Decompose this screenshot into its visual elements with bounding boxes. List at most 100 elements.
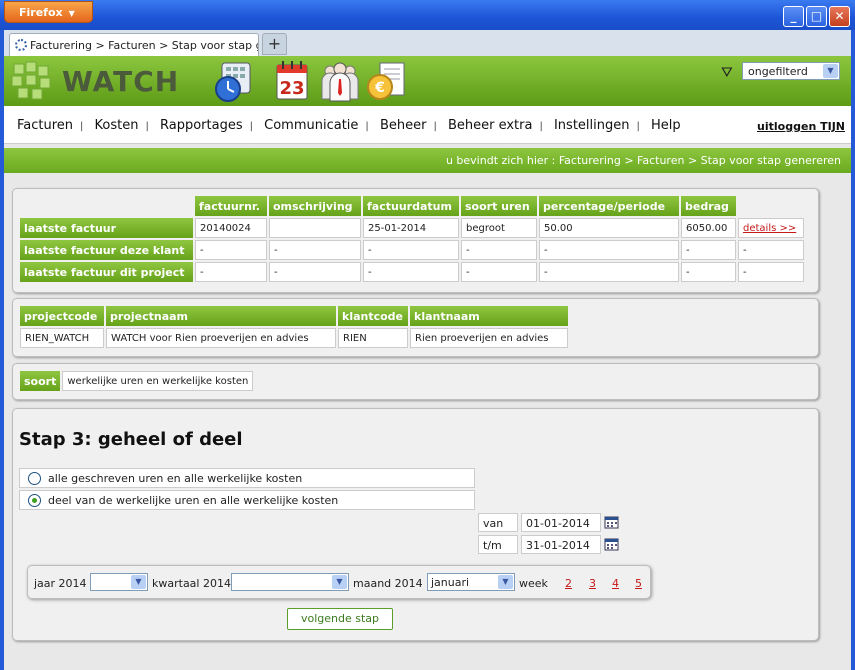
table-cell: RIEN	[338, 328, 408, 348]
row-label: laatste factuur	[20, 218, 193, 238]
browser-tab[interactable]: Facturering > Facturen > Stap voor stap …	[9, 33, 259, 56]
menu-item-instellingen[interactable]: Instellingen	[554, 118, 630, 133]
table-cell: 6050.00	[681, 218, 736, 238]
menu-item-rapportages[interactable]: Rapportages	[160, 118, 243, 133]
col-header: factuurdatum	[363, 196, 459, 216]
option-all-hours[interactable]: alle geschreven uren en alle werkelijke …	[19, 468, 475, 488]
col-header: klantnaam	[410, 306, 568, 326]
table-cell: RIEN_WATCH	[20, 328, 104, 348]
maximize-button[interactable]: □	[806, 6, 827, 27]
van-label: van	[478, 513, 518, 532]
option-label: deel van de werkelijke uren en alle werk…	[48, 494, 339, 507]
maand-label: maand 2014	[353, 577, 423, 590]
close-button[interactable]: ✕	[829, 6, 850, 27]
app-logo-text: WATCH	[62, 65, 180, 98]
soort-table: soort werkelijke uren en werkelijke kost…	[18, 369, 255, 393]
tm-date-input[interactable]: 31-01-2014	[521, 535, 601, 554]
week-link-2[interactable]: 2	[565, 577, 572, 590]
chevron-down-icon: ▼	[498, 575, 513, 589]
tab-strip: Facturering > Facturen > Stap voor stap …	[0, 30, 855, 56]
kwartaal-select[interactable]: ▼	[231, 573, 349, 591]
table-cell: -	[461, 240, 537, 260]
week-label: week	[519, 577, 548, 590]
table-cell: 20140024	[195, 218, 267, 238]
week-link-4[interactable]: 4	[612, 577, 619, 590]
invoice-table: factuurnr. omschrijving factuurdatum soo…	[18, 194, 806, 284]
soort-value: werkelijke uren en werkelijke kosten	[62, 371, 254, 391]
clock-calculator-icon[interactable]	[214, 59, 254, 103]
calendar-day: 23	[279, 78, 304, 99]
soort-label: soort	[20, 371, 61, 391]
jaar-label: jaar 2014	[34, 577, 87, 590]
menu-separator: |	[365, 121, 369, 132]
maand-select[interactable]: januari ▼	[427, 573, 515, 591]
maand-select-value: januari	[431, 576, 470, 589]
radio-button[interactable]	[28, 472, 41, 485]
breadcrumb: u bevindt zich hier : Facturering > Fact…	[4, 148, 851, 173]
step-title: Stap 3: geheel of deel	[19, 429, 243, 450]
new-tab-button[interactable]: +	[262, 33, 287, 55]
week-link-3[interactable]: 3	[589, 577, 596, 590]
kwartaal-label: kwartaal 2014	[152, 577, 231, 590]
option-label: alle geschreven uren en alle werkelijke …	[48, 472, 303, 485]
calendar-picker-icon[interactable]	[604, 515, 620, 529]
firefox-menu-button[interactable]: Firefox ▼	[4, 1, 93, 23]
loading-icon	[15, 39, 27, 51]
details-link[interactable]: details >>	[743, 223, 796, 234]
minimize-button[interactable]: _	[783, 6, 804, 27]
chevron-down-icon: ▼	[332, 575, 347, 589]
van-date-input[interactable]: 01-01-2014	[521, 513, 601, 532]
col-header: factuurnr.	[195, 196, 267, 216]
radio-button-selected[interactable]	[28, 494, 41, 507]
col-header: percentage/periode	[539, 196, 679, 216]
project-panel: projectcode projectnaam klantcode klantn…	[12, 298, 819, 357]
app-header: WATCH 23 € ⛛ ongefilterd ▼	[4, 56, 851, 106]
table-cell: -	[363, 262, 459, 282]
browser-tab-title: Facturering > Facturen > Stap voor stap …	[30, 39, 259, 52]
week-link-5[interactable]: 5	[635, 577, 642, 590]
logout-link[interactable]: uitloggen TIJN	[757, 120, 845, 133]
table-cell: begroot	[461, 218, 537, 238]
table-cell: -	[461, 262, 537, 282]
page-content: WATCH 23 € ⛛ ongefilterd ▼ Facturen | Ko…	[4, 56, 851, 670]
filter-select[interactable]: ongefilterd ▼	[742, 62, 840, 80]
users-icon[interactable]	[320, 59, 360, 103]
menu-separator: |	[145, 121, 149, 132]
chevron-down-icon: ▼	[68, 9, 75, 18]
table-cell: -	[269, 262, 361, 282]
option-partial-hours[interactable]: deel van de werkelijke uren en alle werk…	[19, 490, 475, 510]
calendar-icon[interactable]: 23	[272, 59, 312, 103]
next-step-button[interactable]: volgende stap	[287, 608, 393, 630]
menu-separator: |	[636, 121, 640, 132]
invoice-panel: factuurnr. omschrijving factuurdatum soo…	[12, 188, 819, 293]
soort-panel: soort werkelijke uren en werkelijke kost…	[12, 363, 819, 400]
table-cell: -	[681, 240, 736, 260]
table-row: laatste factuur 20140024 25-01-2014 begr…	[20, 218, 804, 238]
table-cell: -	[738, 240, 804, 260]
col-header: soort uren	[461, 196, 537, 216]
firefox-menu-label: Firefox	[19, 6, 63, 19]
menu-separator: |	[249, 121, 253, 132]
col-header: projectnaam	[106, 306, 336, 326]
menu-item-facturen[interactable]: Facturen	[17, 118, 73, 133]
menu-separator: |	[433, 121, 437, 132]
menu-item-communicatie[interactable]: Communicatie	[264, 118, 358, 133]
chevron-down-icon: ▼	[823, 64, 838, 78]
table-cell: -	[539, 240, 679, 260]
invoice-euro-icon[interactable]: €	[366, 59, 406, 103]
menu-item-kosten[interactable]: Kosten	[95, 118, 139, 133]
period-selector: jaar 2014 ▼ kwartaal 2014 ▼ maand 2014 j…	[27, 565, 651, 599]
menu-item-beheer-extra[interactable]: Beheer extra	[448, 118, 533, 133]
filter-icon: ⛛	[721, 65, 733, 81]
col-header: klantcode	[338, 306, 408, 326]
menu-separator: |	[80, 121, 84, 132]
jaar-select[interactable]: ▼	[90, 573, 148, 591]
svg-text:€: €	[374, 80, 385, 96]
calendar-picker-icon[interactable]	[604, 537, 620, 551]
table-cell: 50.00	[539, 218, 679, 238]
table-cell: -	[681, 262, 736, 282]
col-header: omschrijving	[269, 196, 361, 216]
menu-item-beheer[interactable]: Beheer	[380, 118, 427, 133]
menu-item-help[interactable]: Help	[651, 118, 681, 133]
table-row: laatste factuur deze klant - - - - - - -	[20, 240, 804, 260]
